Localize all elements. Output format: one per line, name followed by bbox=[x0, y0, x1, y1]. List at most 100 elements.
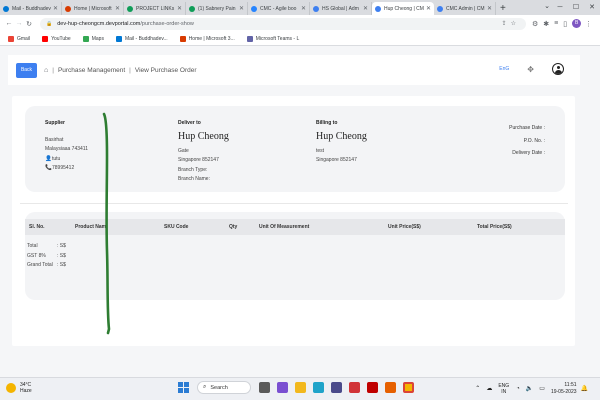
browser-tab-strip: Mail - Buddhadev ✕ Home | Microsoft ✕ PROJ… bbox=[0, 0, 600, 15]
close-tab-icon[interactable]: ✕ bbox=[487, 5, 492, 12]
deliver-address-line1: Gate bbox=[178, 148, 189, 155]
bookmark-item[interactable]: Mail - Buddhadev... bbox=[115, 35, 168, 42]
tab-search-icon[interactable]: ⌄ bbox=[544, 2, 550, 10]
breadcrumb-view-purchase-order: View Purchase Order bbox=[134, 66, 197, 74]
bookmark-item[interactable]: Gmail bbox=[8, 35, 30, 42]
supplier-phone: 78995412 bbox=[52, 164, 75, 171]
browser-tab[interactable]: HS Global | Adm ✕ bbox=[310, 2, 372, 15]
total-value: : S$ bbox=[57, 243, 66, 249]
app-l-icon[interactable] bbox=[349, 382, 360, 393]
purchase-date-label: Purchase Date : bbox=[509, 125, 545, 131]
bookmark-item[interactable]: YouTube bbox=[42, 35, 71, 42]
home-icon[interactable]: ⌂ bbox=[44, 67, 48, 74]
window-controls: ─ ☐ ✕ bbox=[552, 0, 600, 15]
lock-icon[interactable]: 🔒 bbox=[46, 21, 52, 27]
browser-tab[interactable]: Mail - Buddhadev ✕ bbox=[0, 2, 62, 15]
browser-tab[interactable]: (1) Sabnery Pain ✕ bbox=[186, 2, 248, 15]
tab-favicon-icon bbox=[437, 5, 443, 12]
supplier-section: Supplier Basirhat Malaysiaaa 743411 👤tut… bbox=[45, 119, 88, 173]
close-tab-icon[interactable]: ✕ bbox=[239, 5, 244, 12]
billing-section: Billing to Hup Cheong test Singapore 852… bbox=[316, 119, 367, 166]
wifi-icon[interactable]: ◔ bbox=[516, 386, 520, 392]
close-window-icon[interactable]: ✕ bbox=[584, 0, 600, 15]
url-domain: dev-hup-cheongcm.devportal.com bbox=[57, 20, 141, 27]
phone-icon: 📞 bbox=[45, 164, 52, 171]
close-tab-icon[interactable]: ✕ bbox=[177, 5, 182, 12]
section-divider bbox=[20, 203, 568, 204]
office-icon bbox=[179, 35, 186, 42]
col-header-sl-no: Sl. No. bbox=[29, 224, 45, 230]
task-view-icon[interactable] bbox=[259, 382, 270, 393]
browser-tab[interactable]: PROJECT LINKs ✕ bbox=[124, 2, 186, 15]
deliver-branch-type: Branch Type: bbox=[178, 166, 208, 173]
total-label: Total bbox=[27, 243, 38, 249]
back-button[interactable]: Back bbox=[16, 62, 37, 78]
close-tab-icon[interactable]: ✕ bbox=[426, 5, 431, 12]
supplier-contact: tutu bbox=[52, 155, 61, 162]
firefox-icon[interactable] bbox=[385, 382, 396, 393]
close-tab-icon[interactable]: ✕ bbox=[115, 5, 120, 12]
close-tab-icon[interactable]: ✕ bbox=[53, 5, 58, 12]
share-bookmark-star-icon[interactable]: ⇪☆ bbox=[502, 20, 520, 27]
cloud-icon[interactable]: ☁ bbox=[486, 385, 492, 392]
profile-avatar[interactable]: B bbox=[572, 19, 582, 28]
breadcrumb-separator: | bbox=[129, 66, 131, 74]
supplier-address-line2: Malaysiaaa 743411 bbox=[45, 146, 88, 153]
bookmark-item[interactable]: Maps bbox=[82, 35, 104, 42]
tray-chevron-icon[interactable]: ⌃ bbox=[475, 385, 480, 392]
system-clock[interactable]: 11:51 19-05-2023 bbox=[551, 382, 577, 395]
windows-taskbar: 34°C Haze ⌕ Search ⌃ ☁ ENG IN ◔ 🔈 ▭ 11:51… bbox=[0, 377, 600, 400]
input-language[interactable]: ENG IN bbox=[498, 383, 509, 395]
order-meta: Purchase Date : P.O. No. : Delivery Date… bbox=[509, 122, 545, 160]
close-tab-icon[interactable]: ✕ bbox=[301, 5, 306, 12]
store-icon[interactable] bbox=[331, 382, 342, 393]
reading-list-icon[interactable]: ≡ bbox=[554, 20, 558, 27]
language-selector[interactable]: EnG bbox=[499, 66, 509, 72]
maximize-icon[interactable]: ☐ bbox=[568, 0, 584, 15]
col-header-sku-code: SKU Code bbox=[164, 224, 189, 230]
maps-icon bbox=[82, 35, 89, 42]
weather-widget[interactable]: 34°C Haze bbox=[6, 382, 32, 394]
new-tab-icon[interactable]: + bbox=[500, 2, 506, 15]
windows-start-icon[interactable] bbox=[178, 382, 189, 393]
breadcrumb-purchase-management[interactable]: Purchase Management bbox=[58, 67, 125, 74]
user-avatar-icon[interactable] bbox=[552, 63, 564, 75]
back-arrow-icon[interactable]: ← bbox=[4, 20, 14, 27]
extension-icon[interactable]: ⚙ bbox=[532, 20, 538, 28]
side-panel-icon[interactable]: ▯ bbox=[563, 20, 567, 28]
edge-icon[interactable] bbox=[313, 382, 324, 393]
notification-bell-icon[interactable]: 🔔 bbox=[581, 385, 588, 392]
browser-tab-active[interactable]: Hup Cheong | CM ✕ bbox=[372, 2, 434, 15]
close-tab-icon[interactable]: ✕ bbox=[363, 5, 368, 12]
deliver-name: Hup Cheong bbox=[178, 131, 229, 143]
fullscreen-icon[interactable]: ✥ bbox=[527, 65, 534, 74]
extensions-puzzle-icon[interactable]: ✱ bbox=[543, 20, 549, 28]
video-app-icon[interactable] bbox=[277, 382, 288, 393]
browser-menu-icon[interactable]: ⋮ bbox=[585, 20, 592, 28]
delivery-date-label: Delivery Date : bbox=[512, 150, 545, 156]
taskbar-search[interactable]: ⌕ Search bbox=[197, 381, 251, 394]
file-explorer-icon[interactable] bbox=[295, 382, 306, 393]
table-header-row: Sl. No. Product Nam SKU Code Qty Unit Of… bbox=[25, 219, 565, 235]
col-header-total-price: Total Price(S$) bbox=[477, 224, 512, 230]
volume-icon[interactable]: 🔈 bbox=[526, 385, 533, 392]
forward-arrow-icon[interactable]: → bbox=[14, 20, 24, 27]
browser-tab[interactable]: Home | Microsoft ✕ bbox=[62, 2, 124, 15]
outlook-icon bbox=[115, 35, 122, 42]
page-viewport: Back ⌂ | Purchase Management | View Purc… bbox=[0, 46, 600, 377]
reload-icon[interactable]: ↻ bbox=[24, 20, 34, 28]
browser-tab[interactable]: CMC Admin | CM ✕ bbox=[434, 2, 496, 15]
minimize-icon[interactable]: ─ bbox=[552, 0, 568, 15]
address-bar[interactable]: 🔒 dev-hup-cheongcm.devportal.com/purchas… bbox=[40, 17, 526, 30]
browser-tab[interactable]: CMC - Agile boo ✕ bbox=[248, 2, 310, 15]
mcafee-icon[interactable] bbox=[367, 382, 378, 393]
deliver-section: Deliver to Hup Cheong Gate Singapore 852… bbox=[178, 119, 229, 184]
battery-icon[interactable]: ▭ bbox=[539, 385, 545, 392]
bookmark-item[interactable]: Microsoft Teams - L bbox=[246, 35, 299, 42]
chrome-icon[interactable] bbox=[403, 382, 414, 393]
haze-weather-icon bbox=[6, 383, 16, 393]
po-number-label: P.O. No. : bbox=[523, 137, 545, 144]
bookmark-item[interactable]: Home | Microsoft 3... bbox=[179, 35, 235, 42]
bookmarks-bar: Gmail YouTube Maps Mail - Buddhadev... H… bbox=[0, 32, 600, 46]
tab-favicon-icon bbox=[127, 5, 133, 12]
